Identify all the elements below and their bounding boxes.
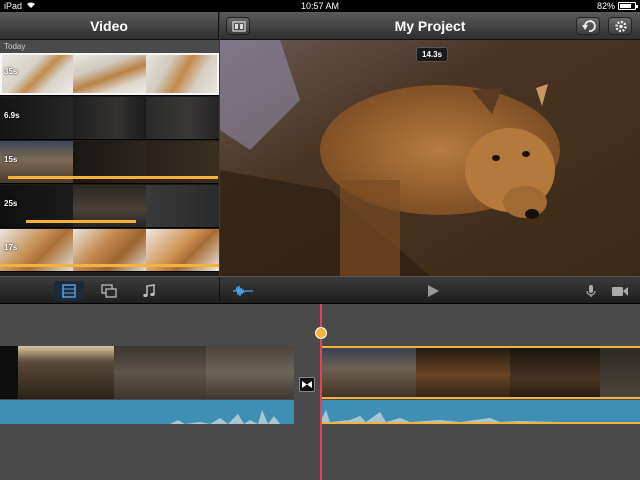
project-header: My Project <box>220 12 640 40</box>
clip-duration: 35s <box>4 67 18 76</box>
battery-percent: 82% <box>596 1 615 11</box>
clip-duration: 6.9s <box>4 111 20 120</box>
photos-icon <box>101 284 117 298</box>
time-badge: 14.3s <box>416 47 449 62</box>
toolbar <box>0 276 640 305</box>
project-title: My Project <box>394 18 466 34</box>
preview-frame <box>220 40 640 276</box>
project-timeline[interactable] <box>0 304 640 480</box>
clip-browser[interactable]: Today 35s 6.9s 15s 25s 17s <box>0 40 219 276</box>
settings-button[interactable] <box>608 17 632 35</box>
browser-header: Video <box>0 12 219 40</box>
voiceover-button[interactable] <box>576 281 606 301</box>
clip-duration: 15s <box>4 155 18 164</box>
clip-thumbnail[interactable]: 15s <box>0 141 219 184</box>
playhead-knob[interactable] <box>315 327 327 339</box>
selected-audio-track[interactable] <box>320 400 640 424</box>
tab-audio[interactable] <box>134 281 164 301</box>
gear-icon <box>615 20 627 33</box>
status-bar: iPad 10:57 AM 82% <box>0 0 640 12</box>
projects-icon <box>232 21 246 32</box>
section-header-today: Today <box>0 40 219 53</box>
clip-thumbnail[interactable]: 17s <box>0 229 219 272</box>
used-range-bar <box>0 264 219 267</box>
clock: 10:57 AM <box>300 1 340 11</box>
browser-title: Video <box>90 18 128 34</box>
audio-waveform <box>0 410 294 424</box>
play-button[interactable] <box>418 281 448 301</box>
transition-button[interactable] <box>299 377 315 392</box>
projects-button[interactable] <box>226 17 250 35</box>
toolbar-divider <box>219 277 220 305</box>
used-range-bar <box>8 176 218 179</box>
selected-timeline-clip[interactable] <box>320 346 640 399</box>
play-icon <box>428 285 439 297</box>
music-note-icon <box>143 284 155 298</box>
battery-icon <box>618 2 638 10</box>
audio-waveform-icon <box>233 285 253 297</box>
undo-icon <box>582 20 596 32</box>
video-camera-icon <box>612 287 628 296</box>
selected-clip-outline <box>0 53 219 95</box>
used-range-bar <box>26 220 136 223</box>
audio-waveform <box>320 410 640 422</box>
undo-button[interactable] <box>576 17 600 35</box>
tab-video[interactable] <box>54 281 84 301</box>
timeline-clip[interactable] <box>0 346 294 399</box>
clip-thumbnail[interactable]: 35s <box>0 53 219 96</box>
film-strip-icon <box>62 284 76 298</box>
clip-thumbnail[interactable]: 25s <box>0 185 219 228</box>
video-viewer[interactable]: 14.3s <box>220 40 640 276</box>
transition-icon <box>302 381 312 388</box>
clip-duration: 17s <box>4 243 18 252</box>
camera-button[interactable] <box>604 281 634 301</box>
microphone-icon <box>586 285 596 297</box>
audio-waveform-button[interactable] <box>226 281 256 301</box>
clip-duration: 25s <box>4 199 18 208</box>
clip-thumbnail[interactable]: 6.9s <box>0 97 219 140</box>
tab-photos[interactable] <box>94 281 124 301</box>
timeline-audio-track[interactable] <box>0 400 294 424</box>
